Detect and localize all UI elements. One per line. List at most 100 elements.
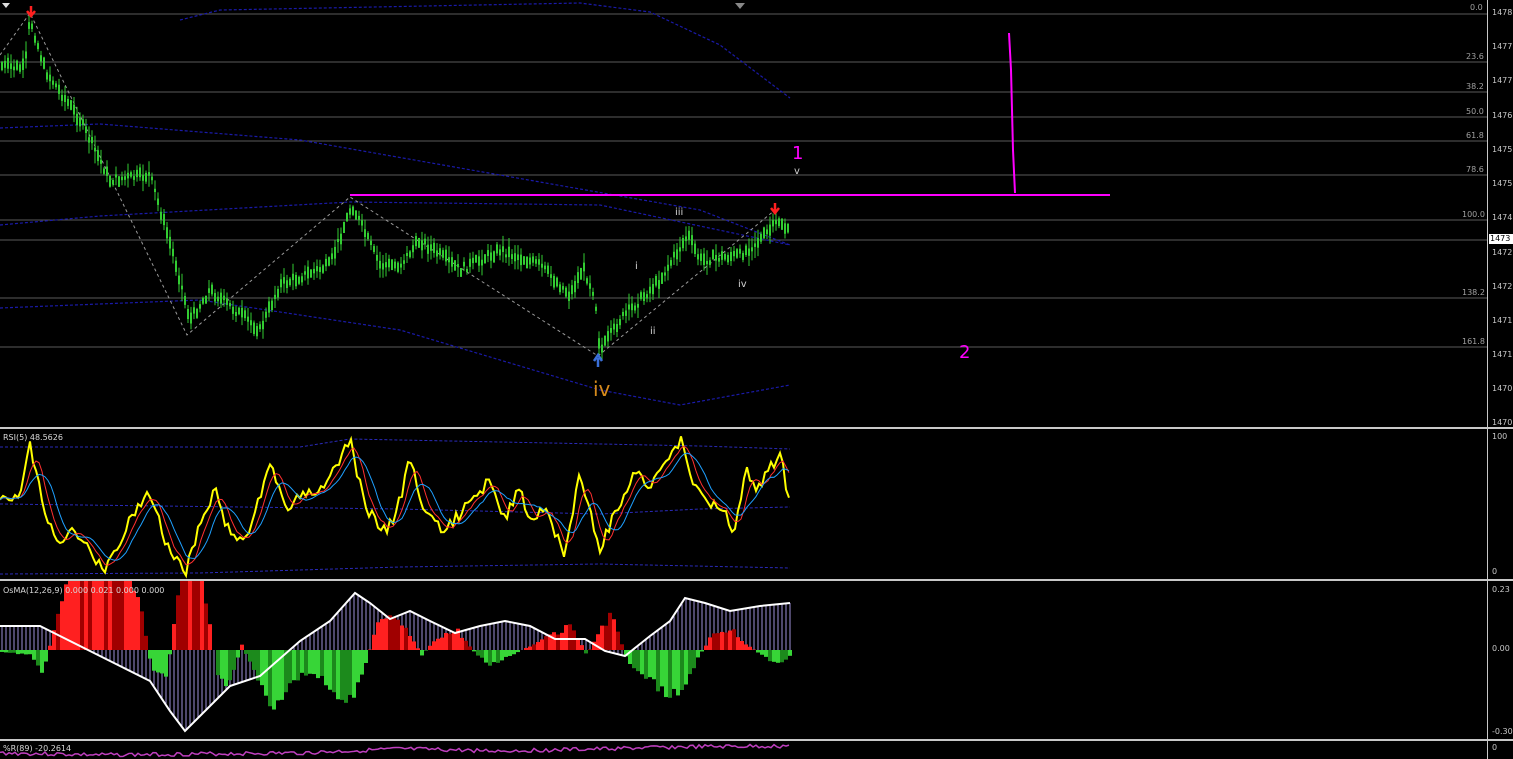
fractal-down-icon xyxy=(26,6,36,19)
price-candle-body xyxy=(277,288,279,298)
price-tick: 1472 xyxy=(1492,282,1513,291)
price-candle-body xyxy=(376,254,378,261)
osma-histogram-bar xyxy=(208,624,212,650)
osma-histogram-bar xyxy=(712,633,716,650)
price-candle-body xyxy=(16,60,18,70)
price-candle-body xyxy=(457,264,459,268)
price-candle-body xyxy=(646,294,648,299)
price-candle-body xyxy=(25,51,27,59)
osma-histogram-bar xyxy=(572,630,576,650)
rsi-axis[interactable]: 100 0 xyxy=(1487,429,1513,579)
osma-histogram-bar xyxy=(528,646,532,650)
osma-histogram-bar xyxy=(324,650,328,686)
price-candle-body xyxy=(625,310,627,316)
rsi-upper-level xyxy=(0,438,791,450)
price-candle-body xyxy=(505,254,507,258)
price-candle-body xyxy=(622,311,624,317)
osma-histogram-bar xyxy=(152,650,156,671)
dropdown-arrow-icon[interactable] xyxy=(2,3,10,8)
price-candle-body xyxy=(274,294,276,300)
price-candle-body xyxy=(394,261,396,269)
osma-panel[interactable]: OsMA(12,26,9) 0.000 0.021 0.000 0.000 xyxy=(0,581,1487,739)
wpr-canvas[interactable] xyxy=(0,741,1487,759)
price-candle-body xyxy=(226,298,228,305)
osma-histogram-bar xyxy=(260,650,264,686)
osma-histogram-bar xyxy=(768,650,772,662)
rsi-panel[interactable]: RSI(5) 48.5626 xyxy=(0,429,1487,579)
osma-histogram-bar xyxy=(32,650,36,660)
osma-histogram-bar xyxy=(308,650,312,674)
price-candle-body xyxy=(328,257,330,266)
osma-histogram-bar xyxy=(248,650,252,662)
price-candle-body xyxy=(10,63,12,69)
price-candle-body xyxy=(250,320,252,326)
price-candle-body xyxy=(523,256,525,265)
osma-histogram-bar xyxy=(440,637,444,650)
price-candle-body xyxy=(778,218,780,227)
price-candle-body xyxy=(232,306,234,314)
price-axis[interactable]: 1478 1477 1477 1476 1475 1475 1474 1472 … xyxy=(1487,0,1513,427)
price-candle-body xyxy=(652,284,654,295)
fib-level-23-6: 23.6 xyxy=(1466,52,1484,61)
osma-histogram-bar xyxy=(552,632,556,650)
price-candle-body xyxy=(214,293,216,302)
osma-histogram-bar xyxy=(320,650,324,676)
price-candle-body xyxy=(88,137,90,143)
osma-histogram-bar xyxy=(732,629,736,650)
price-candle-body xyxy=(202,297,204,304)
price-candle-body xyxy=(268,301,270,313)
osma-histogram-bar xyxy=(16,650,20,655)
price-candle-body xyxy=(565,287,567,297)
price-candle-body xyxy=(145,172,147,182)
main-price-chart[interactable]: 0.0 23.6 38.2 50.0 61.8 78.6 100.0 138.2… xyxy=(0,0,1487,427)
rsi-canvas[interactable] xyxy=(0,429,1487,579)
osma-histogram-bar xyxy=(8,650,12,653)
osma-histogram-bar xyxy=(4,650,8,653)
price-candle-body xyxy=(94,147,96,152)
rsi-signal-blue xyxy=(0,452,790,561)
osma-histogram-bar xyxy=(432,641,436,650)
price-candle-body xyxy=(367,232,369,240)
price-candle-body xyxy=(283,277,285,284)
price-candle-body xyxy=(730,251,732,262)
price-candle-body xyxy=(241,307,243,318)
price-candle-body xyxy=(19,64,21,72)
wpr-panel[interactable]: %R(89) -20.2614 xyxy=(0,741,1487,759)
osma-histogram-bar xyxy=(436,638,440,650)
wave-label-sub-i: i xyxy=(635,261,638,272)
osma-histogram-bar xyxy=(416,648,420,650)
price-candle-body xyxy=(637,303,639,308)
osma-histogram-bar xyxy=(516,650,520,653)
osma-histogram-bar xyxy=(688,650,692,675)
price-tick: 1474 xyxy=(1492,213,1513,222)
price-candle-body xyxy=(526,256,528,269)
price-chart-canvas[interactable] xyxy=(0,0,1487,427)
price-candle-body xyxy=(409,251,411,258)
osma-histogram-bar xyxy=(756,650,760,653)
wpr-axis[interactable]: 0 xyxy=(1487,741,1513,759)
price-tick: 1477 xyxy=(1492,76,1513,85)
osma-histogram-bar xyxy=(20,650,24,654)
rsi-lower-level xyxy=(0,563,791,575)
osma-histogram-bar xyxy=(404,627,408,650)
price-candle-body xyxy=(70,100,72,110)
price-candle-body xyxy=(379,260,381,269)
wave-label-sub-iii: iii xyxy=(675,207,684,218)
osma-histogram-bar xyxy=(220,650,224,679)
osma-canvas[interactable] xyxy=(0,581,1487,739)
osma-histogram-bar xyxy=(524,647,528,650)
price-candle-body xyxy=(259,324,261,330)
osma-histogram-bar xyxy=(344,650,348,703)
osma-axis[interactable]: 0.23 0.00 -0.308 xyxy=(1487,581,1513,739)
fib-level-50: 50.0 xyxy=(1466,107,1484,116)
price-candle-body xyxy=(556,277,558,287)
osma-histogram-bar xyxy=(540,639,544,650)
osma-histogram-bar xyxy=(496,650,500,663)
chart-shift-icon[interactable] xyxy=(735,3,745,9)
price-candle-body xyxy=(721,251,723,260)
price-tick: 1476 xyxy=(1492,111,1513,120)
price-candle-body xyxy=(223,295,225,301)
price-tick: 1477 xyxy=(1492,42,1513,51)
price-candle-body xyxy=(253,322,255,335)
price-candle-body xyxy=(427,244,429,254)
